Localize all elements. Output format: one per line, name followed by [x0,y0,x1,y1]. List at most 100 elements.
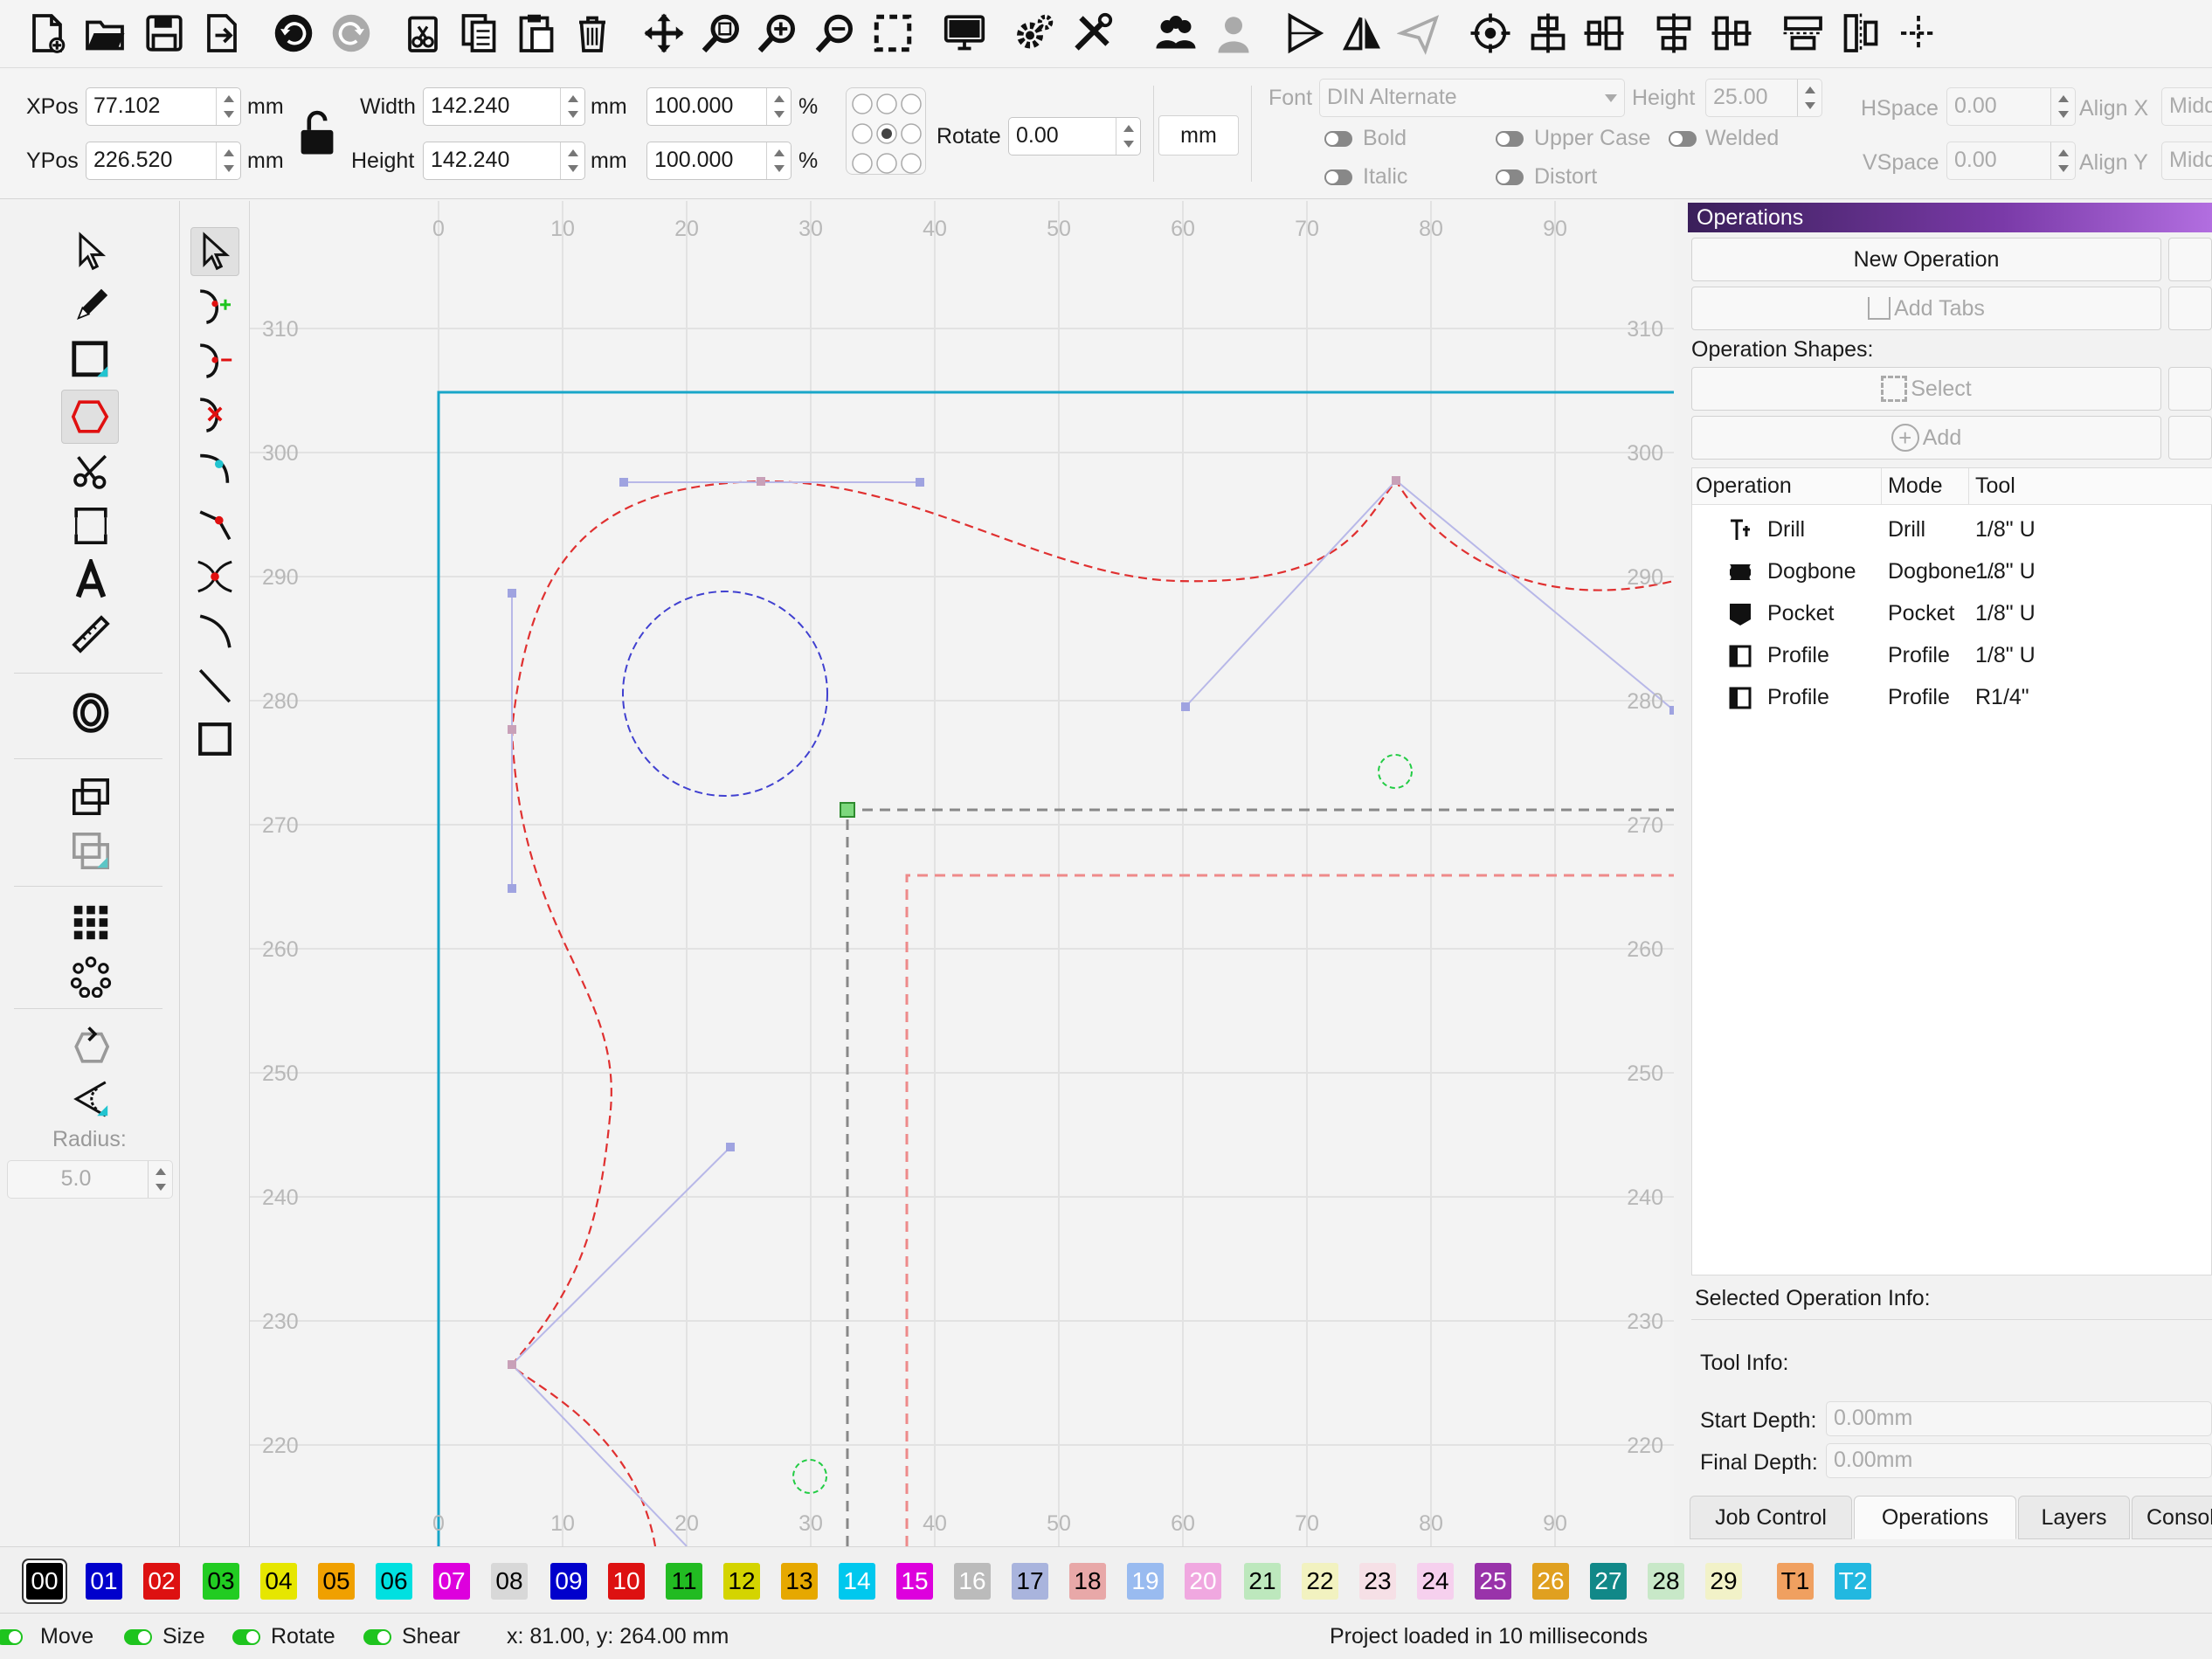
layer-18[interactable]: 18 [1069,1563,1106,1600]
align-left-icon[interactable] [1524,9,1573,58]
layer-17[interactable]: 17 [1012,1563,1048,1600]
remove-node-icon[interactable] [190,335,239,384]
join-nodes-icon[interactable] [190,552,239,601]
select-all-icon[interactable] [868,9,917,58]
layer-20[interactable]: 20 [1185,1563,1221,1600]
bold-toggle[interactable] [1324,131,1352,147]
export-icon[interactable] [197,9,246,58]
layer-25[interactable]: 25 [1475,1563,1511,1600]
target-icon[interactable] [1466,9,1515,58]
layer-08[interactable]: 08 [491,1563,528,1600]
ypos-input[interactable]: 226.520 [86,142,241,180]
upper-case-toggle[interactable] [1496,131,1524,147]
tabs-menu-button[interactable] [2168,287,2212,330]
add-node-icon[interactable] [190,281,239,330]
new-file-icon[interactable] [23,9,72,58]
rectangle-tool-icon[interactable] [66,335,115,384]
layer-24[interactable]: 24 [1417,1563,1454,1600]
square-node-icon[interactable] [190,715,239,764]
layer-13[interactable]: 13 [781,1563,818,1600]
cut-icon[interactable] [398,9,447,58]
rotate-input[interactable]: 0.00 [1008,117,1141,156]
align-center-icon[interactable] [1580,9,1628,58]
layer-t1[interactable]: T1 [1777,1563,1814,1600]
operation-row[interactable]: Pocket Pocket 1/8" U [1692,594,2212,636]
layer-16[interactable]: 16 [954,1563,991,1600]
union-tool-icon[interactable] [66,772,115,821]
add-menu-button[interactable] [2168,416,2212,460]
select-shapes-button[interactable]: Select [1691,367,2161,411]
scissors-tool-icon[interactable] [66,447,115,496]
distribute-h-icon[interactable] [1649,9,1698,58]
smooth-node-icon[interactable] [190,444,239,493]
operation-row[interactable]: Drill Drill 1/8" U [1692,510,2212,552]
snap-icon[interactable] [1894,9,1943,58]
align-x-select[interactable]: Midd [2161,87,2212,126]
paste-icon[interactable] [512,9,561,58]
layer-27[interactable]: 27 [1590,1563,1627,1600]
user-icon[interactable] [1209,9,1258,58]
text-tool-icon[interactable] [66,556,115,605]
tab-layers[interactable]: Layers [2018,1496,2130,1539]
tab-tool-icon[interactable] [66,501,115,550]
column-header[interactable]: Operation [1696,474,1792,499]
layer-12[interactable]: 12 [723,1563,760,1600]
layer-19[interactable]: 19 [1127,1563,1164,1600]
move-icon[interactable] [639,9,688,58]
layer-22[interactable]: 22 [1302,1563,1338,1600]
circular-array-icon[interactable] [66,952,115,1001]
ruler-tool-icon[interactable] [66,610,115,659]
font-select[interactable]: DIN Alternate [1319,79,1625,117]
group-icon[interactable] [1151,9,1200,58]
difference-tool-icon[interactable] [66,826,115,875]
operation-row[interactable]: Profile Profile R1/4" [1692,678,2212,720]
lock-icon[interactable] [297,108,337,157]
delete-icon[interactable] [568,9,617,58]
italic-toggle[interactable] [1324,169,1352,185]
column-header[interactable]: Mode [1888,474,1943,499]
array-grid-icon[interactable] [66,898,115,947]
distribute-v-icon[interactable] [1707,9,1756,58]
font-height-input[interactable]: 25.00 [1705,79,1822,117]
rotate-shape-icon[interactable] [66,1022,115,1071]
select-menu-button[interactable] [2168,367,2212,411]
add-tabs-button[interactable]: Add Tabs [1691,287,2161,330]
send-icon[interactable] [1281,9,1330,58]
size-toggle[interactable] [124,1629,152,1645]
save-icon[interactable] [140,9,189,58]
layer-07[interactable]: 07 [433,1563,470,1600]
layer-26[interactable]: 26 [1532,1563,1569,1600]
layer-11[interactable]: 11 [666,1563,702,1600]
xpos-input[interactable]: 77.102 [86,87,241,126]
zoom-out-icon[interactable] [811,9,860,58]
copy-icon[interactable] [454,9,503,58]
mirror-icon[interactable] [1338,9,1387,58]
plane-icon[interactable] [1394,9,1443,58]
tab-job-control[interactable]: Job Control [1690,1496,1852,1539]
operation-row[interactable]: Dogbone Dogbone ... 1/8" U [1692,552,2212,594]
tab-operations[interactable]: Operations [1854,1496,2016,1539]
operation-row[interactable]: Profile Profile 1/8" U [1692,636,2212,678]
final-depth-input[interactable]: 0.00mm [1826,1443,2212,1478]
operation-menu-button[interactable] [2168,238,2212,281]
layer-28[interactable]: 28 [1648,1563,1684,1600]
add-shapes-button[interactable]: + Add [1691,416,2161,460]
unit-toggle-button[interactable]: mm [1158,115,1239,156]
layer-10[interactable]: 10 [608,1563,645,1600]
spacing-v-icon[interactable] [1836,9,1885,58]
curve-segment-icon[interactable] [190,606,239,655]
undo-icon[interactable] [269,9,318,58]
break-node-icon[interactable] [190,390,239,439]
distort-toggle[interactable] [1496,169,1524,185]
tab-console[interactable]: Consol [2132,1496,2212,1539]
align-y-select[interactable]: Midd [2161,142,2212,180]
layer-21[interactable]: 21 [1244,1563,1281,1600]
vspace-input[interactable]: 0.00 [1946,142,2076,180]
shear-toggle[interactable] [363,1629,391,1645]
layer-t2[interactable]: T2 [1835,1563,1871,1600]
height-percent-input[interactable]: 100.000 [646,142,791,180]
zoom-fit-icon[interactable] [697,9,746,58]
spacing-h-icon[interactable] [1779,9,1828,58]
rotate-toggle[interactable] [232,1629,260,1645]
pencil-tool-icon[interactable] [66,281,115,330]
